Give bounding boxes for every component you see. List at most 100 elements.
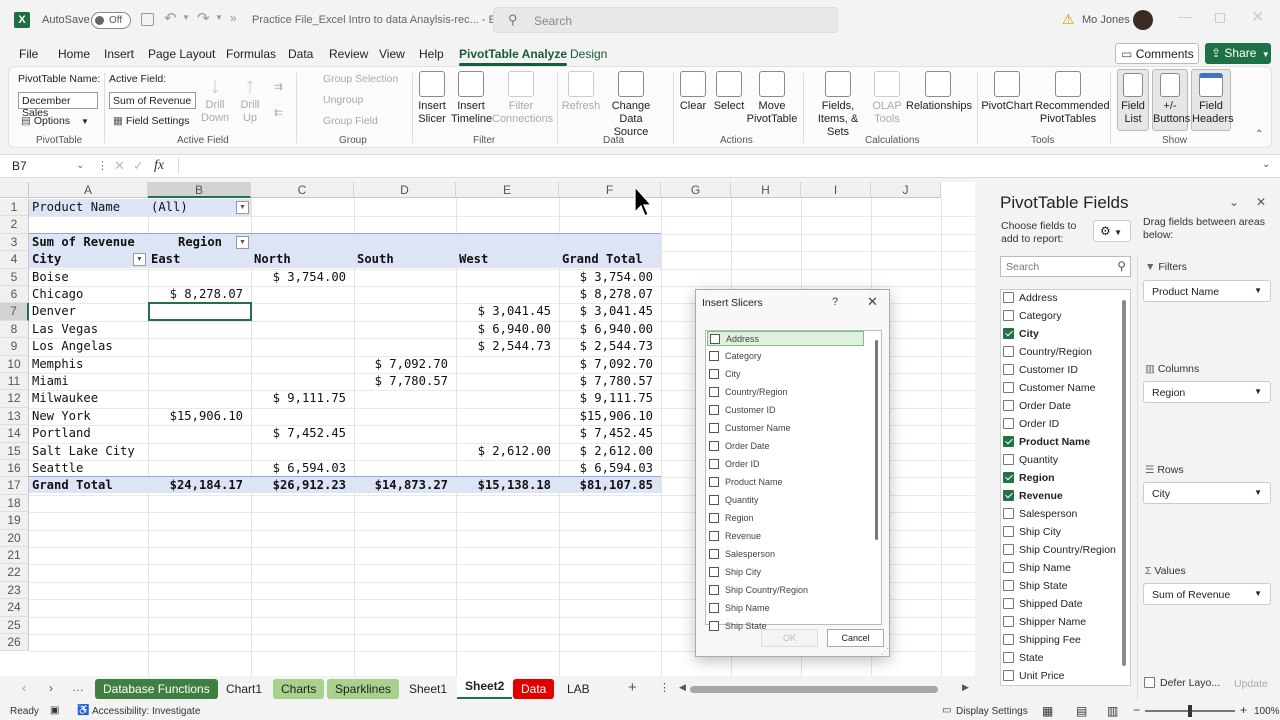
hscroll-right-icon[interactable]: ▶ <box>962 682 969 693</box>
pivot-column-header[interactable]: West <box>459 251 559 268</box>
slicer-field-checkbox[interactable] <box>709 423 719 433</box>
pivot-row-label[interactable]: Los Angelas <box>32 338 148 355</box>
fields-items-sets-button[interactable]: Fields, Items, & Sets <box>807 71 869 139</box>
pivot-value-cell[interactable]: $ 7,092.70 <box>357 356 456 373</box>
pivot-column-header[interactable]: Grand Total <box>562 251 661 268</box>
field-item[interactable]: Unit Price <box>1003 668 1065 684</box>
collapse-ribbon-icon[interactable]: ⌃ <box>1255 129 1263 140</box>
pivot-value-cell[interactable]: $ 3,754.00 <box>254 269 354 286</box>
field-list-button[interactable]: Field List <box>1117 69 1149 131</box>
field-item[interactable]: Customer Name <box>1003 380 1095 396</box>
field-list-scrollbar[interactable] <box>1120 300 1128 680</box>
field-checkbox[interactable] <box>1003 652 1014 663</box>
row-header[interactable]: 19 <box>0 512 29 530</box>
slicer-field-checkbox[interactable] <box>709 387 719 397</box>
field-settings-button[interactable]: ▦ Field Settings <box>113 115 189 127</box>
slicer-field-item[interactable]: City <box>707 367 864 382</box>
field-item[interactable]: Shipped Date <box>1003 596 1083 612</box>
formula-input[interactable] <box>178 158 1258 174</box>
row-header[interactable]: 12 <box>0 390 29 408</box>
field-item[interactable]: Shipper Name <box>1003 614 1086 630</box>
pivot-value-cell[interactable]: $ 7,780.57 <box>357 373 456 390</box>
slicer-field-checkbox[interactable] <box>709 405 719 415</box>
row-header[interactable]: 23 <box>0 581 29 600</box>
filters-area-item[interactable]: Product Name ▼ <box>1143 280 1271 302</box>
region-filter-dropdown-icon[interactable]: ▼ <box>236 236 249 249</box>
column-header[interactable]: B <box>148 182 251 198</box>
clear-button[interactable]: Clear <box>677 71 709 113</box>
slicer-field-checkbox[interactable] <box>709 459 719 469</box>
row-header[interactable]: 21 <box>0 547 29 565</box>
row-header[interactable]: 18 <box>0 494 29 513</box>
relationships-button[interactable]: Relationships <box>906 71 972 113</box>
refresh-button[interactable]: Refresh <box>561 71 601 113</box>
pivot-value-cell[interactable]: $ 3,041.45 <box>459 303 559 320</box>
field-item[interactable]: Salesperson <box>1003 506 1077 522</box>
field-item[interactable]: Category <box>1003 308 1062 324</box>
sheet-tab[interactable]: Sparklines <box>327 679 400 699</box>
row-header[interactable]: 25 <box>0 616 29 634</box>
sheet-tab[interactable]: Data <box>513 679 555 699</box>
pivot-value-cell[interactable]: $ 6,940.00 <box>562 321 661 338</box>
pivot-value-cell[interactable]: $ 7,092.70 <box>562 356 661 373</box>
cancel-icon[interactable]: ✕ <box>114 158 125 174</box>
city-filter-dropdown-icon[interactable]: ▼ <box>133 253 146 266</box>
slicer-field-item[interactable]: Ship Name <box>707 601 864 616</box>
field-checkbox[interactable] <box>1003 346 1014 357</box>
row-header[interactable]: 1 <box>0 199 29 217</box>
field-checkbox[interactable] <box>1003 562 1014 573</box>
row-header[interactable]: 13 <box>0 407 29 426</box>
field-item[interactable]: State <box>1003 650 1044 666</box>
macro-record-icon[interactable]: ▣ <box>50 705 59 716</box>
pivot-value-cell[interactable]: $ 7,780.57 <box>562 373 661 390</box>
zoom-in-icon[interactable]: + <box>1240 703 1247 717</box>
values-area-item[interactable]: Sum of Revenue ▼ <box>1143 583 1271 605</box>
insert-function-icon[interactable]: fx <box>154 158 164 174</box>
sheet-tab[interactable]: Database Functions <box>95 679 218 699</box>
column-header[interactable]: C <box>251 182 354 198</box>
field-checkbox[interactable] <box>1003 508 1014 519</box>
filter-connections-button[interactable]: Filter Connections <box>492 71 553 126</box>
select-all-corner[interactable] <box>0 182 29 198</box>
slicer-field-checkbox[interactable] <box>709 567 719 577</box>
slicer-field-item[interactable]: Ship Country/Region <box>707 583 864 598</box>
move-pivottable-button[interactable]: Move PivotTable <box>746 71 798 126</box>
display-settings[interactable]: Display Settings <box>956 706 1028 717</box>
field-item[interactable]: Order ID <box>1003 416 1059 432</box>
row-header[interactable]: 26 <box>0 634 29 652</box>
collapse-field-icon[interactable]: ⇇ <box>274 107 283 119</box>
tab-more-icon[interactable]: … <box>72 680 84 694</box>
row-header[interactable]: 2 <box>0 216 29 234</box>
pivot-value-cell[interactable]: $ 2,612.00 <box>562 443 661 460</box>
slicer-field-checkbox[interactable] <box>710 334 720 344</box>
change-data-source-button[interactable]: Change Data Source <box>601 71 661 139</box>
zoom-out-icon[interactable]: − <box>1133 703 1140 717</box>
pivot-row-label[interactable]: Boise <box>32 269 148 286</box>
field-checkbox[interactable] <box>1003 634 1014 645</box>
row-header[interactable]: 6 <box>0 286 29 304</box>
sheet-tab[interactable]: LAB <box>559 679 598 699</box>
tabs-options-icon[interactable]: ⋮ <box>659 681 670 694</box>
pivot-row-label[interactable]: Miami <box>32 373 148 390</box>
field-checkbox[interactable] <box>1003 364 1014 375</box>
expand-field-icon[interactable]: ⇉ <box>274 81 283 93</box>
field-item[interactable]: Revenue <box>1003 488 1063 504</box>
pivot-filter-label[interactable]: Product Name <box>32 199 148 216</box>
pivot-value-cell[interactable]: $ 8,278.07 <box>151 286 251 303</box>
formula-bar-options-icon[interactable]: ⋮ <box>97 159 108 172</box>
menu-insert[interactable]: Insert <box>104 47 134 61</box>
slicer-field-checkbox[interactable] <box>709 441 719 451</box>
field-item[interactable]: Ship Name <box>1003 560 1071 576</box>
pivot-value-cell[interactable]: $ 2,612.00 <box>459 443 559 460</box>
insert-timeline-button[interactable]: Insert Timeline <box>451 71 492 126</box>
pivot-column-header[interactable]: North <box>254 251 354 268</box>
share-button[interactable]: ⇪ Share ▼ <box>1205 43 1271 64</box>
restore-icon[interactable] <box>1215 13 1225 23</box>
zoom-slider-thumb[interactable] <box>1188 705 1192 717</box>
pivot-column-header[interactable]: East <box>151 251 251 268</box>
field-search-input[interactable]: Search ⚲ <box>1000 256 1131 277</box>
insert-slicer-button[interactable]: Insert Slicer <box>414 71 450 126</box>
autosave-toggle[interactable]: Off <box>91 12 131 29</box>
field-checkbox[interactable] <box>1003 598 1014 609</box>
pivot-value-cell[interactable]: $ 6,940.00 <box>459 321 559 338</box>
